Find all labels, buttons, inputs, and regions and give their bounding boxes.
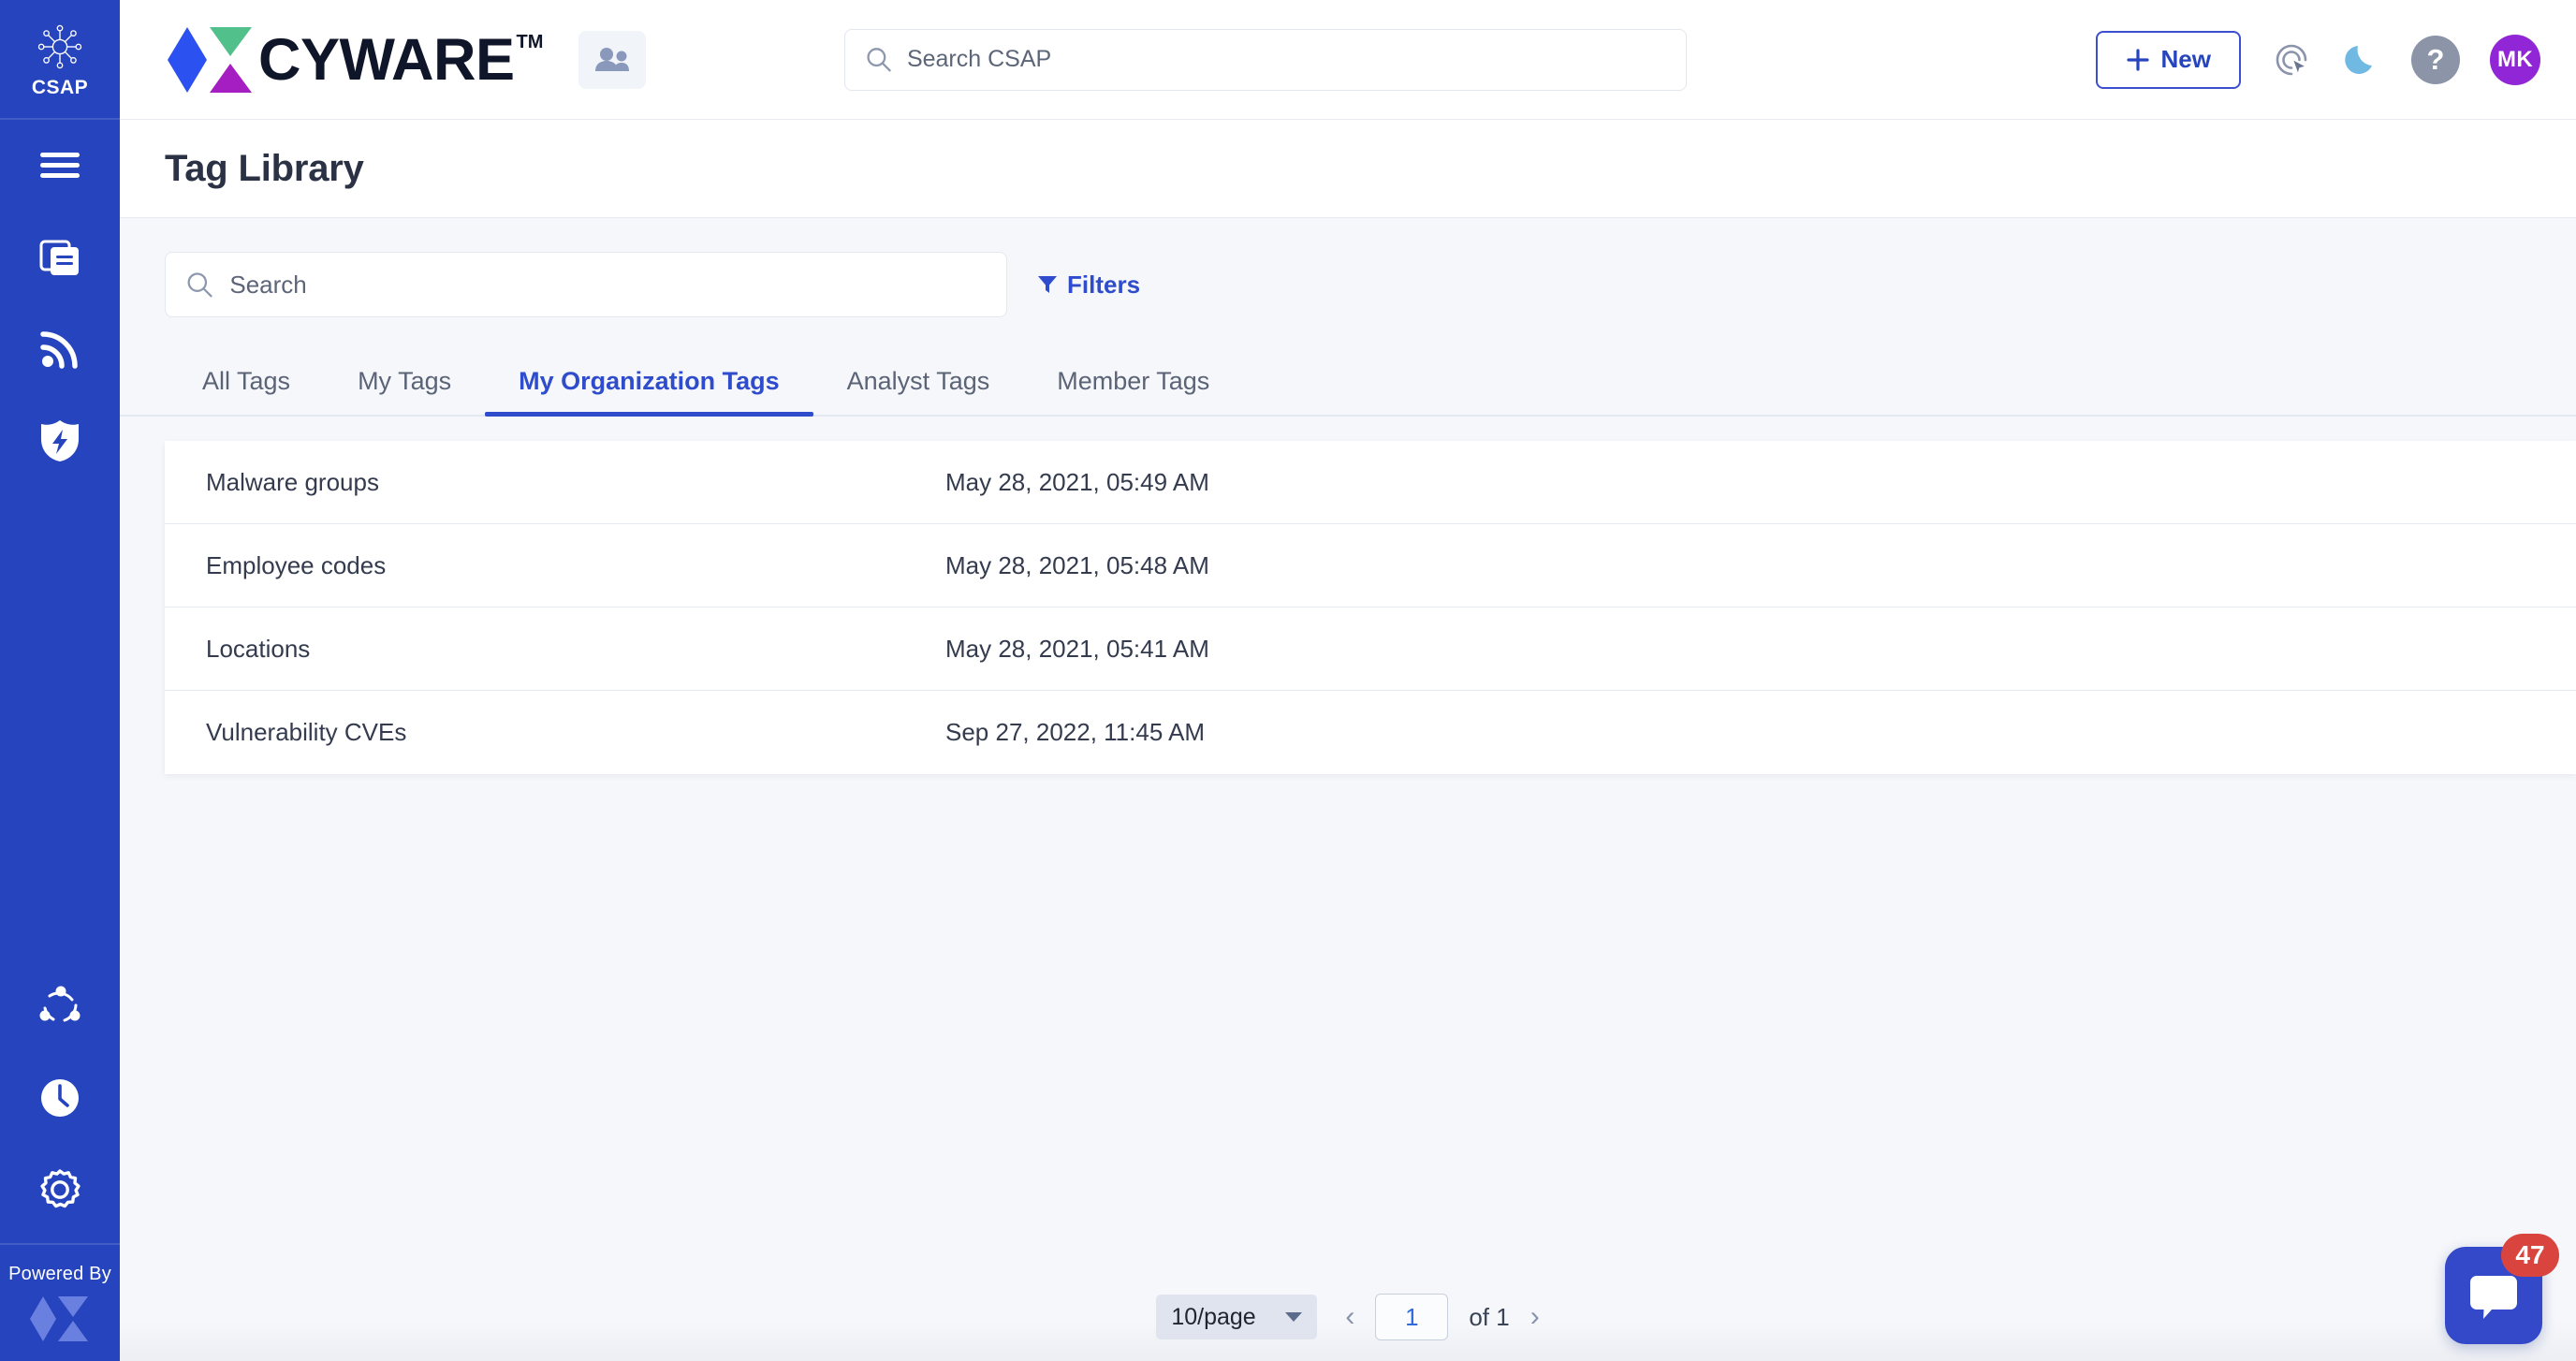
chevron-down-icon (1285, 1312, 1303, 1322)
cyware-mark-icon (168, 26, 252, 93)
page-title-bar: Tag Library (120, 120, 2576, 218)
cyware-hub-icon (37, 24, 82, 68)
people-button[interactable] (578, 30, 647, 89)
threat-shield-icon (41, 420, 79, 461)
tag-date: May 28, 2021, 05:49 AM (945, 467, 1209, 496)
cyware-mark-icon (30, 1296, 88, 1341)
avatar-initials: MK (2496, 46, 2534, 72)
sidebar-brand[interactable]: CSAP (0, 0, 120, 120)
sidebar-item-clock[interactable] (0, 1052, 120, 1144)
dark-mode-button[interactable] (2342, 40, 2381, 80)
new-button[interactable]: New (2095, 30, 2241, 89)
sidebar-item-settings[interactable] (0, 1144, 120, 1236)
tab-analyst-tags[interactable]: Analyst Tags (813, 367, 1024, 415)
chat-unread-badge: 47 (2501, 1234, 2559, 1277)
powered-by-label: Powered By (8, 1264, 111, 1284)
tab-label: All Tags (202, 367, 291, 395)
sidebar-item-documents[interactable] (0, 212, 120, 303)
table-row[interactable]: Employee codes May 28, 2021, 05:48 AM (165, 524, 2576, 607)
sidebar-item-menu[interactable] (0, 120, 120, 212)
table-row[interactable]: Locations May 28, 2021, 05:41 AM (165, 607, 2576, 691)
top-header: CYWARE TM Search CSAP New ? MK (120, 0, 2576, 120)
global-search[interactable] (844, 28, 1688, 91)
tag-search[interactable] (165, 252, 1007, 317)
tab-my-organization-tags[interactable]: My Organization Tags (485, 367, 813, 417)
page-number-value: 1 (1405, 1302, 1419, 1331)
moon-icon (2345, 45, 2372, 74)
powered-by: Powered By (0, 1243, 120, 1361)
search-icon (187, 272, 212, 298)
tag-name: Locations (206, 634, 311, 663)
sidebar: CSAP Powered By (0, 0, 120, 1361)
clock-icon (41, 1079, 79, 1117)
table-row[interactable]: Malware groups May 28, 2021, 05:49 AM (165, 441, 2576, 524)
tag-search-input[interactable] (229, 270, 986, 300)
chat-bubble-icon (2470, 1276, 2517, 1319)
target-cursor-button[interactable] (2271, 39, 2312, 80)
app-root: CSAP Powered By CYWARE TM Search CSAP Ne… (0, 0, 2576, 1361)
filters-button[interactable]: Filters (1037, 271, 1140, 300)
global-search-input[interactable] (906, 46, 1666, 73)
sidebar-item-threat-shield[interactable] (0, 395, 120, 487)
per-page-select[interactable]: 10/page (1156, 1295, 1318, 1339)
page-title: Tag Library (165, 147, 364, 189)
tab-label: My Tags (358, 367, 452, 395)
filter-icon (1038, 276, 1057, 293)
trademark-label: TM (516, 31, 544, 52)
header-actions: New ? MK (2095, 30, 2540, 89)
next-page-button[interactable]: › (1530, 1303, 1540, 1331)
tag-date: Sep 27, 2022, 11:45 AM (945, 718, 1206, 746)
tab-label: Member Tags (1057, 367, 1210, 395)
cyware-wordmark: CYWARE (258, 26, 515, 93)
pager: ‹ 1 of 1 › (1345, 1294, 1540, 1340)
tab-member-tags[interactable]: Member Tags (1023, 367, 1243, 415)
tag-name: Employee codes (206, 550, 387, 579)
content-area: Filters All Tags My Tags My Organization… (120, 218, 2576, 1361)
sidebar-item-feeds[interactable] (0, 303, 120, 395)
pagination-bar: 10/page ‹ 1 of 1 › 47 (120, 1234, 2576, 1361)
share-network-icon (39, 986, 80, 1022)
tag-date: May 28, 2021, 05:41 AM (945, 634, 1209, 663)
table-row[interactable]: Vulnerability CVEs Sep 27, 2022, 11:45 A… (165, 691, 2576, 774)
chat-widget: 47 (2445, 1234, 2559, 1344)
sidebar-nav-top (0, 120, 120, 487)
tab-label: My Organization Tags (519, 367, 780, 395)
page-number-input[interactable]: 1 (1375, 1294, 1449, 1340)
help-glyph: ? (2426, 42, 2445, 76)
tag-table: Malware groups May 28, 2021, 05:49 AM Em… (165, 441, 2576, 774)
prev-page-button[interactable]: ‹ (1345, 1303, 1354, 1331)
tag-name: Vulnerability CVEs (206, 718, 407, 746)
avatar[interactable]: MK (2490, 34, 2540, 85)
tab-label: Analyst Tags (846, 367, 990, 395)
sidebar-nav-bottom (0, 960, 120, 1236)
per-page-label: 10/page (1171, 1303, 1256, 1330)
target-cursor-icon (2276, 44, 2307, 76)
sidebar-item-share-network[interactable] (0, 960, 120, 1052)
documents-icon (39, 240, 79, 275)
tab-my-tags[interactable]: My Tags (324, 367, 485, 415)
tab-all-tags[interactable]: All Tags (165, 367, 324, 415)
people-icon (595, 47, 630, 71)
tab-bar: All Tags My Tags My Organization Tags An… (120, 344, 2576, 417)
content-toolbar: Filters (120, 218, 2576, 344)
new-button-label: New (2160, 45, 2211, 73)
tag-date: May 28, 2021, 05:48 AM (945, 550, 1209, 579)
sidebar-brand-label: CSAP (31, 76, 89, 98)
plus-icon (2126, 48, 2149, 71)
total-pages-label: of 1 (1469, 1302, 1510, 1331)
cyware-logo[interactable]: CYWARE TM (165, 25, 543, 95)
gear-icon (40, 1169, 80, 1208)
help-button[interactable]: ? (2411, 35, 2460, 84)
feeds-icon (40, 331, 78, 369)
search-icon (867, 48, 892, 72)
main-region: CYWARE TM Search CSAP New ? MK Tag Libra… (120, 0, 2576, 1361)
tag-name: Malware groups (206, 467, 379, 496)
filters-label: Filters (1067, 270, 1141, 299)
menu-icon (40, 153, 80, 178)
